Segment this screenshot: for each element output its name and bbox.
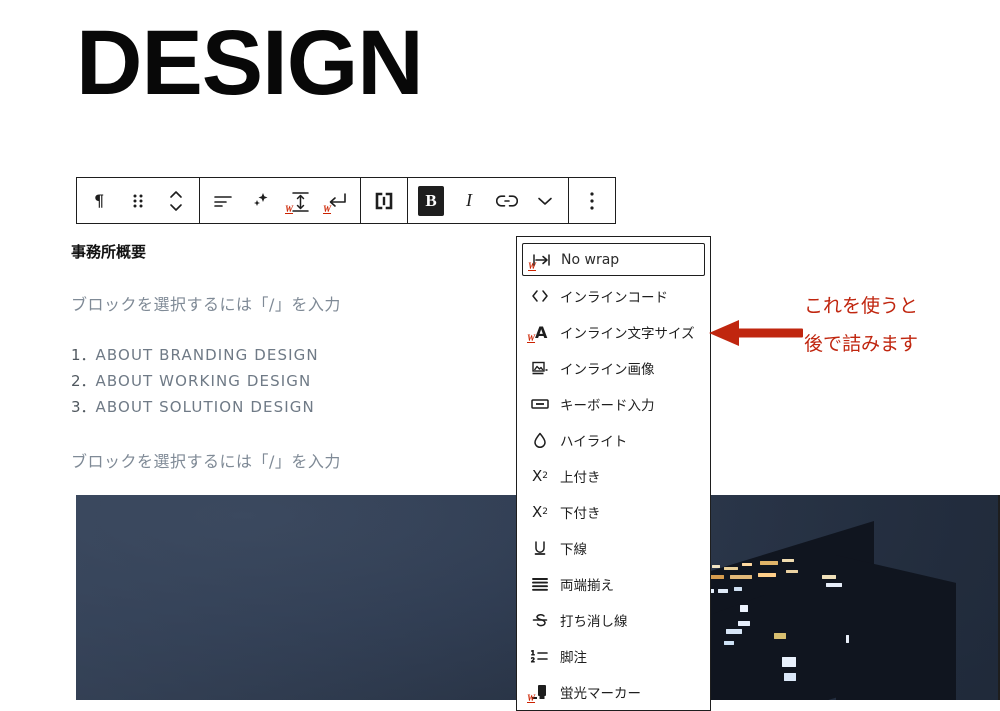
- more-vertical-icon[interactable]: [573, 178, 611, 223]
- paragraph-icon[interactable]: ¶: [81, 178, 119, 223]
- underline-icon: [530, 538, 550, 558]
- drag-handle-icon[interactable]: [119, 178, 157, 223]
- no-wrap-icon: W: [528, 250, 551, 271]
- menu-item-label: キーボード入力: [560, 398, 655, 414]
- menu-item-label: 蛍光マーカー: [560, 686, 641, 702]
- list-item-label: ABOUT BRANDING DESIGN: [95, 346, 319, 364]
- menu-item-footnote[interactable]: 1 2 脚注: [517, 638, 710, 674]
- menu-item-label: 脚注: [560, 650, 587, 666]
- placeholder-paragraph-1[interactable]: ブロックを選択するには「/」を入力: [71, 291, 341, 315]
- section-heading: 事務所概要: [71, 243, 147, 261]
- annotation-line-1: これを使うと: [804, 295, 919, 317]
- superscript-icon: X2: [531, 467, 548, 485]
- menu-item-label: 下線: [560, 542, 587, 558]
- skyscraper-silhouette: [686, 517, 1000, 700]
- inline-code-icon: [530, 286, 550, 306]
- annotation-line-2: 後で詰みます: [804, 333, 919, 355]
- svg-text:¶: ¶: [94, 191, 104, 210]
- left-arrow-icon: [707, 318, 805, 348]
- ordered-list: 1．ABOUT BRANDING DESIGN 2．ABOUT WORKING …: [71, 342, 319, 420]
- list-item-number: 2．: [71, 372, 96, 390]
- inline-font-size-icon: A W: [527, 322, 550, 343]
- justify-icon: [530, 574, 550, 594]
- w-badge: W: [323, 204, 332, 214]
- subscript-icon: X2: [531, 503, 548, 521]
- menu-item-keyboard-input[interactable]: キーボード入力: [517, 386, 710, 422]
- menu-item-label: インライン文字サイズ: [560, 326, 695, 342]
- list-item-label: ABOUT SOLUTION DESIGN: [95, 398, 315, 416]
- svg-text:2: 2: [531, 657, 535, 664]
- shortcode-icon[interactable]: [365, 178, 403, 223]
- line-break-icon[interactable]: W: [318, 178, 356, 223]
- list-item-label: ABOUT WORKING DESIGN: [95, 372, 312, 390]
- toolbar-group-format: W W: [199, 178, 360, 223]
- chevron-down-icon[interactable]: [526, 178, 564, 223]
- menu-item-highlight[interactable]: ハイライト: [517, 422, 710, 458]
- menu-item-inline-image[interactable]: インライン画像: [517, 350, 710, 386]
- page-title: DESIGN: [76, 12, 424, 114]
- line-height-icon[interactable]: W: [280, 178, 318, 223]
- list-item[interactable]: 1．ABOUT BRANDING DESIGN: [71, 342, 319, 368]
- link-icon[interactable]: [488, 178, 526, 223]
- list-item-number: 3．: [71, 398, 96, 416]
- menu-item-subscript[interactable]: X2 下付き: [517, 494, 710, 530]
- list-item-number: 1．: [71, 346, 96, 364]
- move-updown-icon[interactable]: [157, 178, 195, 223]
- menu-item-justify[interactable]: 両端揃え: [517, 566, 710, 602]
- menu-item-inline-font-size[interactable]: A W インライン文字サイズ: [517, 314, 710, 350]
- menu-item-inline-code[interactable]: インラインコード: [517, 278, 710, 314]
- list-item[interactable]: 2．ABOUT WORKING DESIGN: [71, 368, 319, 394]
- menu-item-label: インライン画像: [560, 362, 655, 378]
- toolbar-group-inline: B I: [407, 178, 568, 223]
- menu-item-label: 下付き: [560, 506, 601, 522]
- footnote-icon: 1 2: [530, 646, 550, 666]
- italic-glyph: I: [466, 190, 472, 210]
- w-badge: W: [527, 333, 536, 343]
- align-left-icon[interactable]: [204, 178, 242, 223]
- menu-item-strikethrough[interactable]: 打ち消し線: [517, 602, 710, 638]
- annotation-text: これを使うと 後で詰みます: [804, 287, 918, 363]
- placeholder-paragraph-2[interactable]: ブロックを選択するには「/」を入力: [71, 448, 341, 472]
- menu-item-label: 両端揃え: [560, 578, 614, 594]
- bold-icon[interactable]: B: [412, 178, 450, 223]
- menu-item-superscript[interactable]: X2 上付き: [517, 458, 710, 494]
- italic-icon[interactable]: I: [450, 178, 488, 223]
- svg-text:A: A: [535, 323, 548, 341]
- toolbar-group-options: [568, 178, 615, 223]
- w-badge: W: [528, 260, 537, 271]
- svg-text:1: 1: [531, 650, 535, 657]
- rich-text-dropdown-menu: W No wrap インラインコード A W インライン文字サイズ インライン画…: [516, 236, 711, 711]
- w-badge: W: [527, 693, 536, 703]
- menu-item-label: 打ち消し線: [560, 614, 628, 630]
- editor-page: DESIGN ¶ W W B I 事務所概要 ブロックを選択するには「/」を入力…: [0, 0, 1000, 711]
- strikethrough-icon: [530, 610, 550, 630]
- menu-item-label: インラインコード: [560, 290, 668, 306]
- highlight-drop-icon: [530, 430, 550, 450]
- menu-item-underline[interactable]: 下線: [517, 530, 710, 566]
- menu-item-label: No wrap: [561, 251, 620, 268]
- sparkles-icon[interactable]: [242, 178, 280, 223]
- keyboard-icon: [530, 394, 550, 414]
- list-item[interactable]: 3．ABOUT SOLUTION DESIGN: [71, 394, 319, 420]
- inline-image-icon: [530, 358, 550, 378]
- toolbar-group-block: ¶: [77, 178, 199, 223]
- block-toolbar: ¶ W W B I: [76, 177, 616, 224]
- menu-item-no-wrap[interactable]: W No wrap: [522, 243, 705, 276]
- toolbar-group-shortcode: [360, 178, 407, 223]
- w-badge: W: [285, 204, 294, 214]
- menu-item-marker-pen[interactable]: W 蛍光マーカー: [517, 674, 710, 710]
- menu-item-label: 上付き: [560, 470, 601, 486]
- menu-item-label: ハイライト: [560, 434, 628, 450]
- bold-active-chip: B: [418, 185, 444, 216]
- marker-pen-icon: W: [527, 682, 550, 703]
